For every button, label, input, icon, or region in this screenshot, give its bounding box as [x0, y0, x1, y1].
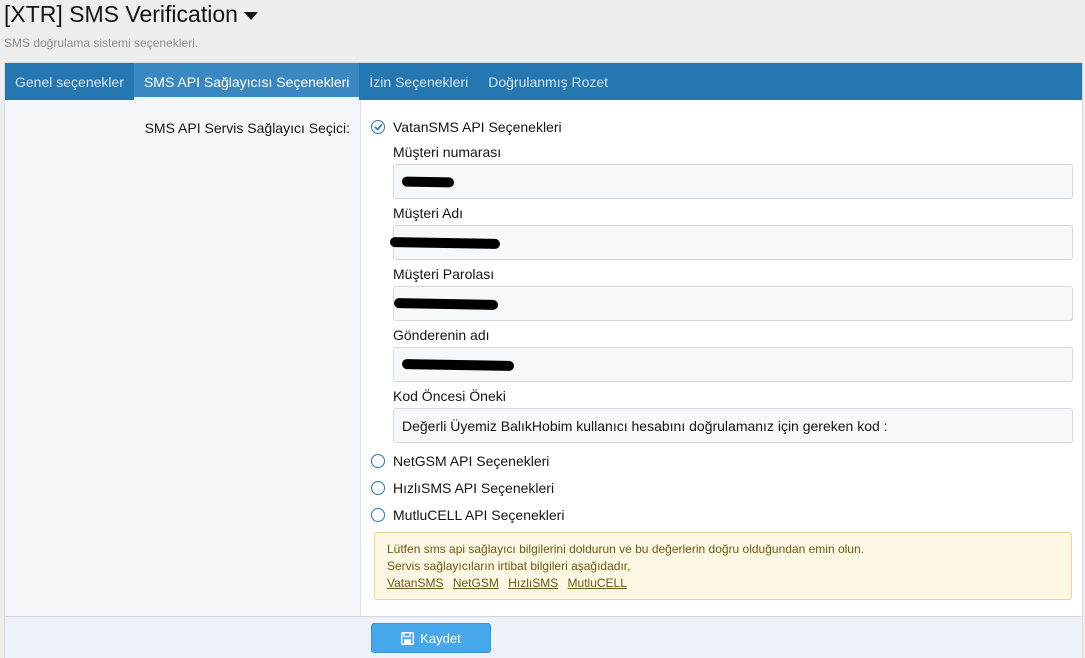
radio-mutlucell[interactable]: MutluCELL API Seçenekleri	[371, 505, 1073, 525]
save-button-label: Kaydet	[420, 630, 461, 646]
page-title-text: [XTR] SMS Verification	[4, 1, 238, 27]
radio-label-mutlucell: MutluCELL API Seçenekleri	[393, 507, 565, 523]
link-vatansms[interactable]: VatanSMS	[387, 576, 443, 590]
customer-number-label: Müşteri numarası	[393, 144, 502, 160]
tab-bar: Genel seçenekler SMS API Sağlayıcısı Seç…	[5, 63, 1082, 100]
customer-name-label: Müşteri Adı	[393, 205, 464, 221]
vatansms-fields: Müşteri numarası Müşteri Adı Müşteri Par…	[390, 144, 1073, 443]
link-netgsm[interactable]: NetGSM	[453, 576, 499, 590]
tab-sms-api-provider-options[interactable]: SMS API Sağlayıcısı Seçenekleri	[133, 63, 360, 100]
page-title: [XTR] SMS Verification	[4, 0, 258, 28]
tab-permission-options[interactable]: İzin Seçenekleri	[359, 63, 478, 100]
form-body: SMS API Servis Sağlayıcı Seçici: VatanSM…	[5, 100, 1082, 616]
sender-name-input[interactable]	[393, 347, 1073, 382]
provider-notice: Lütfen sms api sağlayıcı bilgilerini dol…	[374, 532, 1072, 600]
code-prefix-value: Değerli Üyemiz BalıkHobim kullanıcı hesa…	[402, 417, 888, 434]
customer-password-input[interactable]	[393, 286, 1073, 321]
notice-line-1: Lütfen sms api sağlayıcı bilgilerini dol…	[387, 542, 864, 556]
caret-down-icon[interactable]	[243, 11, 258, 20]
radio-netgsm[interactable]: NetGSM API Seçenekleri	[371, 451, 1073, 471]
check-icon	[373, 123, 383, 131]
redacted-value	[402, 176, 454, 187]
notice-links: VatanSMS NetGSM HızlıSMS MutluCELL	[387, 575, 1059, 592]
save-button[interactable]: Kaydet	[371, 623, 491, 653]
save-icon	[401, 631, 415, 645]
redacted-value	[402, 358, 514, 371]
code-prefix-label: Kod Öncesi Öneki	[393, 388, 506, 404]
radio-hizlisms[interactable]: HızlıSMS API Seçenekleri	[371, 478, 1073, 498]
radio-unchecked-icon[interactable]	[371, 481, 385, 495]
redacted-value	[394, 297, 498, 310]
link-mutlucell[interactable]: MutluCELL	[568, 576, 627, 590]
customer-number-input[interactable]	[393, 164, 1073, 199]
radio-label-hizlisms: HızlıSMS API Seçenekleri	[393, 480, 555, 496]
radio-vatansms[interactable]: VatanSMS API Seçenekleri	[371, 117, 1073, 137]
radio-unchecked-icon[interactable]	[371, 454, 385, 468]
form-footer: Kaydet	[5, 616, 1082, 658]
customer-password-label: Müşteri Parolası	[393, 266, 495, 282]
radio-label-netgsm: NetGSM API Seçenekleri	[393, 453, 550, 469]
tab-verified-badge[interactable]: Doğrulanmış Rozet	[478, 63, 618, 100]
redacted-value	[390, 236, 500, 249]
customer-name-input[interactable]	[390, 225, 1073, 260]
sender-name-label: Gönderenin adı	[393, 327, 490, 343]
options-block: Genel seçenekler SMS API Sağlayıcısı Seç…	[4, 62, 1083, 658]
form-row-label: SMS API Servis Sağlayıcı Seçici:	[5, 100, 361, 616]
provider-options: VatanSMS API Seçenekleri Müşteri numaras…	[361, 100, 1082, 616]
page-header: [XTR] SMS Verification SMS doğrulama sis…	[4, 0, 258, 50]
tab-general-options[interactable]: Genel seçenekler	[5, 63, 134, 100]
notice-line-2: Servis sağlayıcıların irtibat bilgileri …	[387, 559, 631, 573]
link-hizlisms[interactable]: HızlıSMS	[508, 576, 558, 590]
radio-checked-icon[interactable]	[371, 120, 385, 134]
radio-unchecked-icon[interactable]	[371, 508, 385, 522]
radio-label-vatansms: VatanSMS API Seçenekleri	[393, 119, 562, 135]
page-description: SMS doğrulama sistemi seçenekleri.	[4, 36, 199, 50]
provider-selector-label: SMS API Servis Sağlayıcı Seçici:	[144, 120, 350, 136]
code-prefix-input[interactable]: Değerli Üyemiz BalıkHobim kullanıcı hesa…	[393, 408, 1073, 443]
